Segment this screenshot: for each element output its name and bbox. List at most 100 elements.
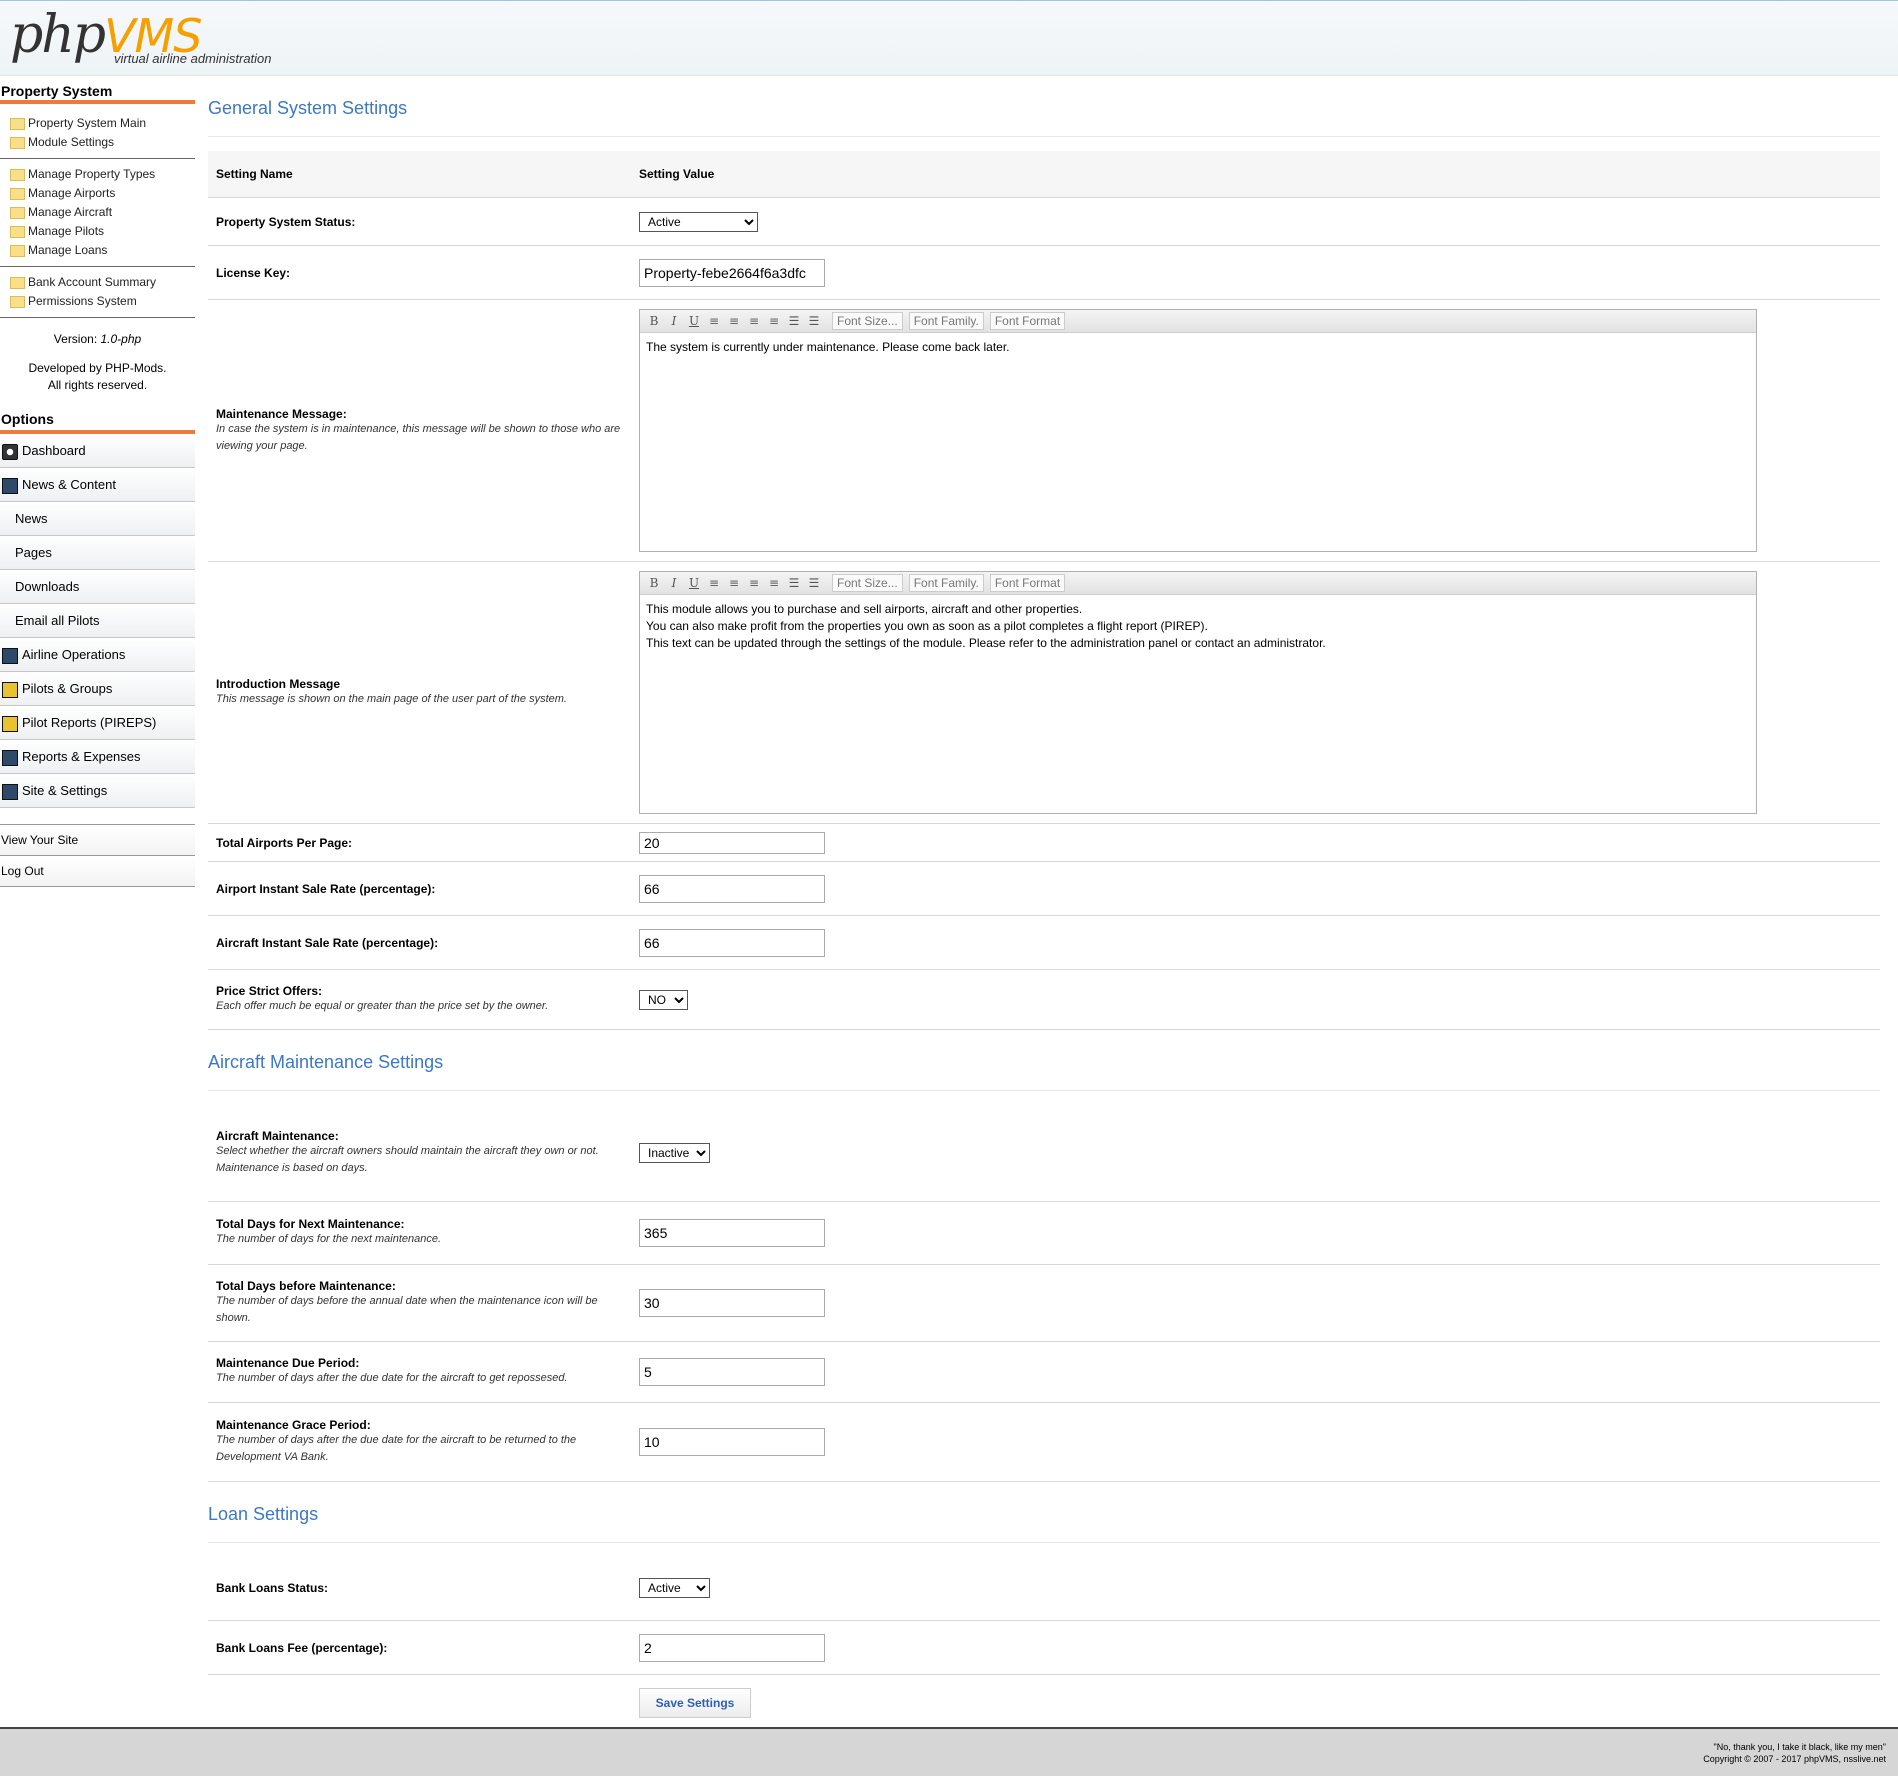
align-center-icon[interactable]: ≡ [726, 576, 742, 590]
maint-msg-text[interactable]: The system is currently under maintenanc… [640, 333, 1756, 551]
intro-desc: This message is shown on the main page o… [216, 693, 567, 705]
folder-icon [10, 187, 25, 200]
sidebar-item-manage-aircraft[interactable]: Manage Aircraft [10, 203, 185, 222]
loan-fee-input[interactable]: 2 [639, 1633, 825, 1662]
folder-icon [10, 244, 25, 257]
view-your-site-link[interactable]: View Your Site [0, 825, 195, 856]
align-center-icon[interactable]: ≡ [726, 314, 742, 328]
sidebar-item-label: Manage Aircraft [28, 205, 113, 219]
align-left-icon[interactable]: ≡ [706, 576, 722, 590]
align-left-icon[interactable]: ≡ [706, 314, 722, 328]
nav-pages[interactable]: Pages [0, 536, 195, 570]
nav-pilots-groups[interactable]: Pilots & Groups [0, 672, 195, 706]
justify-icon[interactable]: ≡ [766, 576, 782, 590]
loan-status-select[interactable]: Active [639, 1578, 710, 1599]
nav-site-settings[interactable]: Site & Settings [0, 774, 195, 808]
nav-email-all-pilots[interactable]: Email all Pilots [0, 604, 195, 638]
intro-editor[interactable]: B I U ≡ ≡ ≡ ≡ ☰ ☰ Font Size... Font Family. Font… [639, 571, 1757, 814]
justify-icon[interactable]: ≡ [766, 314, 782, 328]
sidebar-item-manage-property-types[interactable]: Manage Property Types [10, 165, 185, 184]
sidebar-item-label: Bank Account Summary [28, 275, 157, 289]
italic-icon[interactable]: I [666, 314, 682, 328]
nav-dashboard[interactable]: Dashboard [0, 434, 195, 468]
status-select[interactable]: Active [639, 211, 758, 232]
sidebar-item-bank-account-summary[interactable]: Bank Account Summary [10, 273, 185, 292]
maint-msg-editor[interactable]: B I U ≡ ≡ ≡ ≡ ☰ ☰ Font Size... Font Family. Font… [639, 309, 1757, 552]
license-input[interactable]: Property-febe2664f6a3dfc [639, 258, 825, 287]
align-right-icon[interactable]: ≡ [746, 314, 762, 328]
nav-airline-operations[interactable]: Airline Operations [0, 638, 195, 672]
am-select[interactable]: Inactive [639, 1142, 710, 1163]
underline-icon[interactable]: U [686, 576, 702, 590]
bold-icon[interactable]: B [646, 314, 662, 328]
next-input[interactable]: 365 [639, 1218, 825, 1247]
sidebar-title: Property System [0, 76, 195, 104]
font-format-dropdown[interactable]: Font Format [989, 574, 1066, 592]
aircraft-sale-label: Aircraft Instant Sale Rate (percentage): [216, 935, 439, 950]
nav-pilot-reports[interactable]: Pilot Reports (PIREPS) [0, 706, 195, 740]
sidebar-group-manage: Manage Property Types Manage Airports Ma… [0, 159, 195, 267]
font-size-dropdown[interactable]: Font Size... [832, 312, 903, 330]
bold-icon[interactable]: B [646, 576, 662, 590]
before-input[interactable]: 30 [639, 1288, 825, 1317]
sidebar-item-property-system-main[interactable]: Property System Main [10, 114, 185, 133]
sidebar-item-module-settings[interactable]: Module Settings [10, 133, 185, 152]
table-row: Airport Instant Sale Rate (percentage): … [208, 861, 1880, 916]
maintenance-settings-table: Aircraft Maintenance: Select whether the … [208, 1105, 1880, 1482]
price-strict-select[interactable]: NO [639, 989, 688, 1010]
table-row: Save Settings [208, 1674, 1880, 1731]
unordered-list-icon[interactable]: ☰ [806, 314, 822, 328]
align-right-icon[interactable]: ≡ [746, 576, 762, 590]
ordered-list-icon[interactable]: ☰ [786, 314, 802, 328]
underline-icon[interactable]: U [686, 314, 702, 328]
intro-label: Introduction Message [216, 677, 341, 691]
font-size-dropdown[interactable]: Font Size... [832, 574, 903, 592]
am-label: Aircraft Maintenance: [216, 1128, 339, 1143]
sidebar-item-label: Permissions System [28, 294, 137, 308]
table-row: Introduction Message This message is show… [208, 561, 1880, 824]
airports-per-page-input[interactable]: 20 [639, 831, 825, 854]
settings-icon [2, 784, 18, 800]
editor-toolbar: B I U ≡ ≡ ≡ ≡ ☰ ☰ Font Size... Font Family. Font… [640, 572, 1756, 595]
log-out-link[interactable]: Log Out [0, 856, 195, 887]
sidebar-item-label: Manage Airports [28, 186, 116, 200]
grace-input[interactable]: 10 [639, 1427, 825, 1456]
save-settings-button[interactable]: Save Settings [639, 1687, 751, 1718]
next-label: Total Days for Next Maintenance: [216, 1217, 405, 1231]
font-family-dropdown[interactable]: Font Family. [908, 574, 984, 592]
maintenance-settings-title: Aircraft Maintenance Settings [208, 1030, 1880, 1091]
intro-line: This module allows you to purchase and s… [646, 602, 1083, 616]
before-label: Total Days before Maintenance: [216, 1278, 396, 1293]
loan-settings-table: Bank Loans Status: Active Bank Loans Fee… [208, 1556, 1880, 1731]
unordered-list-icon[interactable]: ☰ [806, 576, 822, 590]
nav-reports-expenses[interactable]: Reports & Expenses [0, 740, 195, 774]
italic-icon[interactable]: I [666, 576, 682, 590]
aircraft-sale-input[interactable]: 66 [639, 928, 825, 957]
intro-text[interactable]: This module allows you to purchase and s… [640, 595, 1756, 813]
sidebar-item-manage-airports[interactable]: Manage Airports [10, 184, 185, 203]
table-row: Aircraft Maintenance: Select whether the … [208, 1105, 1880, 1202]
nav-news[interactable]: News [0, 502, 195, 536]
divider [0, 808, 195, 825]
version-value: 1.0-php [100, 332, 142, 346]
sidebar-item-label: Manage Loans [28, 243, 108, 257]
reports-icon [2, 716, 18, 732]
nav-label: Dashboard [22, 443, 86, 458]
nav-news-content[interactable]: News & Content [0, 468, 195, 502]
col-setting-name: Setting Name [208, 151, 631, 198]
due-input[interactable]: 5 [639, 1357, 825, 1386]
airport-sale-input[interactable]: 66 [639, 874, 825, 903]
sidebar-item-permissions-system[interactable]: Permissions System [10, 292, 185, 311]
nav-label: Pilot Reports (PIREPS) [22, 715, 157, 730]
table-row: License Key: Property-febe2664f6a3dfc [208, 245, 1880, 300]
font-family-dropdown[interactable]: Font Family. [908, 312, 984, 330]
nav-label: Email all Pilots [15, 613, 100, 628]
intro-line: This text can be updated through the set… [646, 636, 1326, 650]
table-row: Price Strict Offers: Each offer much be e… [208, 969, 1880, 1030]
nav-downloads[interactable]: Downloads [0, 570, 195, 604]
sidebar-item-manage-pilots[interactable]: Manage Pilots [10, 222, 185, 241]
font-format-dropdown[interactable]: Font Format [989, 312, 1066, 330]
ordered-list-icon[interactable]: ☰ [786, 576, 802, 590]
sidebar-item-manage-loans[interactable]: Manage Loans [10, 241, 185, 260]
footer-copyright: Copyright © 2007 - 2017 phpVMS, nsslive.… [1703, 1754, 1886, 1764]
